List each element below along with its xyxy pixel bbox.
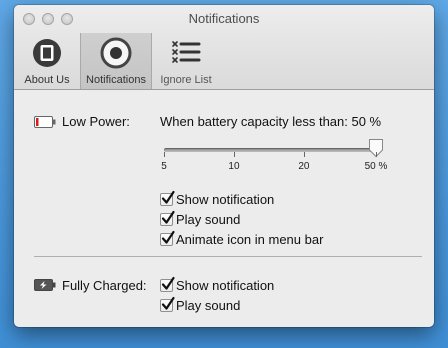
battery-charged-icon xyxy=(34,279,56,291)
checkmark-icon xyxy=(161,190,175,204)
battery-low-icon xyxy=(34,116,56,128)
tab-ignore-list-label: Ignore List xyxy=(160,74,212,86)
checkbox-box xyxy=(160,230,175,246)
checkbox-label: Play sound xyxy=(176,297,241,313)
slider-tick-label: 50 % xyxy=(364,161,388,172)
notifications-icon xyxy=(100,37,132,69)
tab-about-us-label: About Us xyxy=(24,74,70,86)
checkmark-icon xyxy=(161,276,175,290)
slider-tick xyxy=(164,152,165,157)
checkbox-box xyxy=(160,276,175,292)
charged-play-sound-checkbox[interactable]: Play sound xyxy=(160,296,241,313)
low-animate-icon-checkbox[interactable]: Animate icon in menu bar xyxy=(160,230,324,247)
checkmark-icon xyxy=(161,296,175,310)
toolbar: Notifications About Us Notifications Ign… xyxy=(14,5,434,90)
checkbox-box xyxy=(160,190,175,206)
tab-notifications[interactable]: Notifications xyxy=(80,33,152,89)
slider-tick xyxy=(233,152,235,157)
checkbox-label: Show notification xyxy=(176,191,275,207)
checkbox-label: Play sound xyxy=(176,211,241,227)
slider-tick-label: 10 xyxy=(228,161,240,172)
low-show-notification-checkbox[interactable]: Show notification xyxy=(160,190,275,207)
notifications-pane: Low Power: When battery capacity less th… xyxy=(14,90,434,327)
section-divider xyxy=(34,256,422,257)
about-icon xyxy=(33,39,61,67)
checkbox-box xyxy=(160,210,175,226)
checkmark-icon xyxy=(161,210,175,224)
slider-tick xyxy=(376,152,377,157)
slider-tick xyxy=(303,152,305,157)
preferences-window: Notifications About Us Notifications Ign… xyxy=(14,5,434,327)
checkbox-label: Show notification xyxy=(176,277,275,293)
window-title: Notifications xyxy=(188,11,260,26)
tab-ignore-list[interactable]: Ignore List xyxy=(154,33,218,89)
slider-tick-labels: 5 10 20 50 % xyxy=(161,161,387,175)
charged-show-notification-checkbox[interactable]: Show notification xyxy=(160,276,275,293)
tab-about-us[interactable]: About Us xyxy=(14,33,80,89)
low-play-sound-checkbox[interactable]: Play sound xyxy=(160,210,241,227)
checkbox-box xyxy=(160,296,175,312)
capacity-prompt: When battery capacity less than: 50 % xyxy=(160,114,382,129)
checkmark-icon xyxy=(161,230,175,244)
ignore-list-icon xyxy=(172,41,201,63)
low-power-label: Low Power: xyxy=(62,114,130,129)
tab-notifications-label: Notifications xyxy=(86,74,146,86)
checkbox-label: Animate icon in menu bar xyxy=(176,231,324,247)
fully-charged-label: Fully Charged: xyxy=(62,278,147,293)
slider-tick-label: 5 xyxy=(161,161,167,172)
slider-tick-label: 20 xyxy=(298,161,310,172)
